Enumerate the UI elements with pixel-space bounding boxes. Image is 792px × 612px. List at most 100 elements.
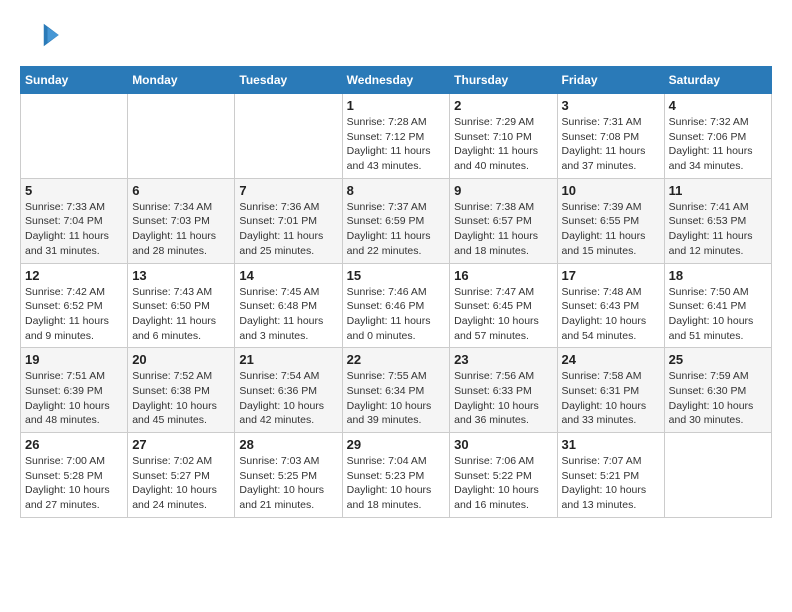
day-number: 2	[454, 98, 552, 113]
day-number: 23	[454, 352, 552, 367]
day-number: 11	[669, 183, 767, 198]
day-cell: 20Sunrise: 7:52 AM Sunset: 6:38 PM Dayli…	[128, 348, 235, 433]
day-cell: 30 Sunrise: 7:06 AM Sunset: 5:22 PM Dayli…	[450, 433, 557, 518]
week-row-5: 26 Sunrise: 7:00 AM Sunset: 5:28 PM Dayli…	[21, 433, 772, 518]
day-number: 31	[562, 437, 660, 452]
day-info: Sunrise: 7:52 AM Sunset: 6:38 PM Dayligh…	[132, 369, 230, 428]
day-cell: 7 Sunrise: 7:36 AM Sunset: 7:01 PM Daylig…	[235, 178, 342, 263]
day-number: 4	[669, 98, 767, 113]
day-number: 10	[562, 183, 660, 198]
day-number: 7	[239, 183, 337, 198]
day-cell: 22 Sunrise: 7:55 AM Sunset: 6:34 PM Dayli…	[342, 348, 450, 433]
day-number: 3	[562, 98, 660, 113]
day-cell: 17 Sunrise: 7:48 AM Sunset: 6:43 PM Dayli…	[557, 263, 664, 348]
day-number: 25	[669, 352, 767, 367]
day-number: 19	[25, 352, 123, 367]
day-cell: 23 Sunrise: 7:56 AM Sunset: 6:33 PM Dayli…	[450, 348, 557, 433]
day-info: Sunrise: 7:48 AM Sunset: 6:43 PM Dayligh…	[562, 285, 660, 344]
day-info: Sunrise: 7:39 AM Sunset: 6:55 PM Dayligh…	[562, 200, 660, 259]
day-info: Sunrise: 7:59 AM Sunset: 6:30 PM Dayligh…	[669, 369, 767, 428]
day-number: 9	[454, 183, 552, 198]
day-cell: 29 Sunrise: 7:04 AM Sunset: 5:23 PM Dayli…	[342, 433, 450, 518]
day-cell: 8 Sunrise: 7:37 AM Sunset: 6:59 PM Daylig…	[342, 178, 450, 263]
day-cell	[664, 433, 771, 518]
day-cell: 25 Sunrise: 7:59 AM Sunset: 6:30 PM Dayli…	[664, 348, 771, 433]
day-number: 27	[132, 437, 230, 452]
day-cell: 18 Sunrise: 7:50 AM Sunset: 6:41 PM Dayli…	[664, 263, 771, 348]
day-cell: 27 Sunrise: 7:02 AM Sunset: 5:27 PM Dayli…	[128, 433, 235, 518]
week-row-2: 5Sunrise: 7:33 AM Sunset: 7:04 PM Daylig…	[21, 178, 772, 263]
day-info: Sunrise: 7:31 AM Sunset: 7:08 PM Dayligh…	[562, 115, 660, 174]
day-info: Sunrise: 7:38 AM Sunset: 6:57 PM Dayligh…	[454, 200, 552, 259]
day-info: Sunrise: 7:58 AM Sunset: 6:31 PM Dayligh…	[562, 369, 660, 428]
header-sunday: Sunday	[21, 67, 128, 94]
day-number: 22	[347, 352, 446, 367]
day-info: Sunrise: 7:36 AM Sunset: 7:01 PM Dayligh…	[239, 200, 337, 259]
day-info: Sunrise: 7:29 AM Sunset: 7:10 PM Dayligh…	[454, 115, 552, 174]
day-info: Sunrise: 7:00 AM Sunset: 5:28 PM Dayligh…	[25, 454, 123, 513]
day-cell: 14Sunrise: 7:45 AM Sunset: 6:48 PM Dayli…	[235, 263, 342, 348]
day-info: Sunrise: 7:02 AM Sunset: 5:27 PM Dayligh…	[132, 454, 230, 513]
day-cell: 5Sunrise: 7:33 AM Sunset: 7:04 PM Daylig…	[21, 178, 128, 263]
day-cell: 3 Sunrise: 7:31 AM Sunset: 7:08 PM Daylig…	[557, 94, 664, 179]
day-number: 13	[132, 268, 230, 283]
day-info: Sunrise: 7:56 AM Sunset: 6:33 PM Dayligh…	[454, 369, 552, 428]
day-number: 17	[562, 268, 660, 283]
day-info: Sunrise: 7:55 AM Sunset: 6:34 PM Dayligh…	[347, 369, 446, 428]
day-cell	[128, 94, 235, 179]
day-number: 12	[25, 268, 123, 283]
day-number: 24	[562, 352, 660, 367]
day-info: Sunrise: 7:33 AM Sunset: 7:04 PM Dayligh…	[25, 200, 123, 259]
week-row-3: 12Sunrise: 7:42 AM Sunset: 6:52 PM Dayli…	[21, 263, 772, 348]
day-info: Sunrise: 7:47 AM Sunset: 6:45 PM Dayligh…	[454, 285, 552, 344]
header-wednesday: Wednesday	[342, 67, 450, 94]
header-tuesday: Tuesday	[235, 67, 342, 94]
day-info: Sunrise: 7:06 AM Sunset: 5:22 PM Dayligh…	[454, 454, 552, 513]
day-cell	[21, 94, 128, 179]
day-number: 30	[454, 437, 552, 452]
day-cell: 11 Sunrise: 7:41 AM Sunset: 6:53 PM Dayli…	[664, 178, 771, 263]
day-info: Sunrise: 7:04 AM Sunset: 5:23 PM Dayligh…	[347, 454, 446, 513]
day-cell: 16 Sunrise: 7:47 AM Sunset: 6:45 PM Dayli…	[450, 263, 557, 348]
day-info: Sunrise: 7:54 AM Sunset: 6:36 PM Dayligh…	[239, 369, 337, 428]
day-info: Sunrise: 7:03 AM Sunset: 5:25 PM Dayligh…	[239, 454, 337, 513]
logo-icon	[20, 20, 60, 50]
day-info: Sunrise: 7:37 AM Sunset: 6:59 PM Dayligh…	[347, 200, 446, 259]
day-cell: 19 Sunrise: 7:51 AM Sunset: 6:39 PM Dayli…	[21, 348, 128, 433]
day-number: 8	[347, 183, 446, 198]
day-info: Sunrise: 7:28 AM Sunset: 7:12 PM Dayligh…	[347, 115, 446, 174]
day-info: Sunrise: 7:43 AM Sunset: 6:50 PM Dayligh…	[132, 285, 230, 344]
day-cell: 4 Sunrise: 7:32 AM Sunset: 7:06 PM Daylig…	[664, 94, 771, 179]
day-number: 28	[239, 437, 337, 452]
week-row-4: 19 Sunrise: 7:51 AM Sunset: 6:39 PM Dayli…	[21, 348, 772, 433]
day-cell	[235, 94, 342, 179]
header-monday: Monday	[128, 67, 235, 94]
day-cell: 24 Sunrise: 7:58 AM Sunset: 6:31 PM Dayli…	[557, 348, 664, 433]
day-cell: 6Sunrise: 7:34 AM Sunset: 7:03 PM Daylig…	[128, 178, 235, 263]
day-number: 18	[669, 268, 767, 283]
week-row-1: 1 Sunrise: 7:28 AM Sunset: 7:12 PM Daylig…	[21, 94, 772, 179]
logo	[20, 20, 64, 50]
day-cell: 13 Sunrise: 7:43 AM Sunset: 6:50 PM Dayli…	[128, 263, 235, 348]
day-cell: 21 Sunrise: 7:54 AM Sunset: 6:36 PM Dayli…	[235, 348, 342, 433]
day-info: Sunrise: 7:32 AM Sunset: 7:06 PM Dayligh…	[669, 115, 767, 174]
day-number: 14	[239, 268, 337, 283]
day-number: 29	[347, 437, 446, 452]
day-number: 16	[454, 268, 552, 283]
day-cell: 26 Sunrise: 7:00 AM Sunset: 5:28 PM Dayli…	[21, 433, 128, 518]
day-cell: 12Sunrise: 7:42 AM Sunset: 6:52 PM Dayli…	[21, 263, 128, 348]
day-number: 21	[239, 352, 337, 367]
day-number: 15	[347, 268, 446, 283]
header-thursday: Thursday	[450, 67, 557, 94]
day-number: 26	[25, 437, 123, 452]
day-cell: 2 Sunrise: 7:29 AM Sunset: 7:10 PM Daylig…	[450, 94, 557, 179]
day-number: 6	[132, 183, 230, 198]
day-info: Sunrise: 7:50 AM Sunset: 6:41 PM Dayligh…	[669, 285, 767, 344]
day-info: Sunrise: 7:51 AM Sunset: 6:39 PM Dayligh…	[25, 369, 123, 428]
day-info: Sunrise: 7:41 AM Sunset: 6:53 PM Dayligh…	[669, 200, 767, 259]
day-cell: 15Sunrise: 7:46 AM Sunset: 6:46 PM Dayli…	[342, 263, 450, 348]
day-cell: 10 Sunrise: 7:39 AM Sunset: 6:55 PM Dayli…	[557, 178, 664, 263]
day-number: 1	[347, 98, 446, 113]
day-cell: 9 Sunrise: 7:38 AM Sunset: 6:57 PM Daylig…	[450, 178, 557, 263]
day-cell: 28 Sunrise: 7:03 AM Sunset: 5:25 PM Dayli…	[235, 433, 342, 518]
